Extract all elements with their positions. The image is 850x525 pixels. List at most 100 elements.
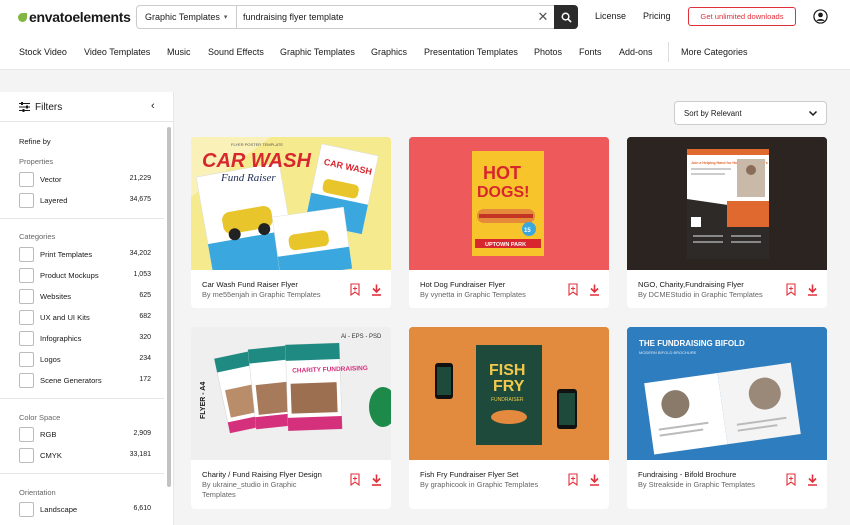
card-thumbnail[interactable]: THE FUNDRAISING BIFOLD MODERN BIFOLD BRO… <box>627 327 827 460</box>
option-label: Infographics <box>40 334 82 343</box>
category-add-ons[interactable]: Add-ons <box>619 47 653 57</box>
filter-option[interactable]: Websites 625 <box>19 289 151 304</box>
thumb-small-text: FLYER POSTER TEMPLATE <box>231 142 283 147</box>
checkbox[interactable] <box>19 193 34 208</box>
category-graphic-templates[interactable]: Graphic Templates <box>280 47 355 57</box>
download-icon[interactable] <box>589 474 600 486</box>
checkbox[interactable] <box>19 289 34 304</box>
envato-logo[interactable]: envatoelements <box>18 9 131 25</box>
checkbox[interactable] <box>19 352 34 367</box>
sort-dropdown[interactable]: Sort by Relevant <box>674 101 827 125</box>
bookmark-add-icon[interactable] <box>350 473 360 486</box>
product-card[interactable]: Join a Helping Hand for Homeless Childre… <box>627 137 827 308</box>
option-count: 320 <box>139 334 151 341</box>
checkbox[interactable] <box>19 427 34 442</box>
category-music[interactable]: Music <box>167 47 191 57</box>
filter-option[interactable]: Logos 234 <box>19 352 151 367</box>
checkbox[interactable] <box>19 268 34 283</box>
option-count: 682 <box>139 313 151 320</box>
checkbox[interactable] <box>19 310 34 325</box>
bookmark-add-icon[interactable] <box>786 473 796 486</box>
user-account-icon[interactable] <box>813 9 828 24</box>
fish-fry-flyer-preview: FISH FRY FUNDRAISER <box>409 327 609 460</box>
category-video-templates[interactable]: Video Templates <box>84 47 150 57</box>
search-category-label: Graphic Templates <box>145 12 220 22</box>
option-label: RGB <box>40 430 57 439</box>
category-graphics[interactable]: Graphics <box>371 47 407 57</box>
filter-option[interactable]: Product Mockups 1,053 <box>19 268 151 283</box>
download-icon[interactable] <box>371 474 382 486</box>
checkbox[interactable] <box>19 172 34 187</box>
card-thumbnail[interactable]: HOT DOGS! 15 UPTOWN PARK <box>409 137 609 270</box>
card-author[interactable]: By graphicook in Graphic Templates <box>420 480 560 490</box>
search-category-select[interactable]: Graphic Templates ▾ <box>137 6 237 28</box>
thumb-headline: THE FUNDRAISING BIFOLD <box>639 339 745 348</box>
category-photos[interactable]: Photos <box>534 47 562 57</box>
product-card[interactable]: THE FUNDRAISING BIFOLD MODERN BIFOLD BRO… <box>627 327 827 509</box>
card-author[interactable]: By me55enjah in Graphic Templates <box>202 290 342 300</box>
card-author[interactable]: By vynetta in Graphic Templates <box>420 290 560 300</box>
filter-option[interactable]: RGB 2,909 <box>19 427 151 442</box>
card-title[interactable]: Fish Fry Fundraiser Flyer Set <box>420 470 560 479</box>
category-fonts[interactable]: Fonts <box>579 47 602 57</box>
search-button[interactable] <box>554 5 578 29</box>
download-icon[interactable] <box>371 284 382 296</box>
sidebar-scrollbar[interactable] <box>167 127 171 487</box>
card-title[interactable]: NGO, Charity,Fundraising Flyer <box>638 280 778 289</box>
product-card[interactable]: FISH FRY FUNDRAISER Fish Fry Fundraiser … <box>409 327 609 509</box>
card-author[interactable]: By Streakside in Graphic Templates <box>638 480 783 490</box>
checkbox[interactable] <box>19 448 34 463</box>
filter-option[interactable]: Layered 34,675 <box>19 193 151 208</box>
category-more[interactable]: More Categories <box>681 47 748 57</box>
category-sound-effects[interactable]: Sound Effects <box>208 47 264 57</box>
card-title[interactable]: Hot Dog Fundraiser Flyer <box>420 280 560 289</box>
filter-option[interactable]: Scene Generators 172 <box>19 373 151 388</box>
logo-text: envatoelements <box>29 9 131 25</box>
product-card[interactable]: HOT DOGS! 15 UPTOWN PARK Hot Dog Fundrai… <box>409 137 609 308</box>
card-thumbnail[interactable]: Join a Helping Hand for Homeless Childre… <box>627 137 827 270</box>
category-stock-video[interactable]: Stock Video <box>19 47 67 57</box>
card-title[interactable]: Fundraising - Bifold Brochure <box>638 470 778 479</box>
search-input[interactable]: fundraising flyer template <box>237 12 532 22</box>
group-color-space-label: Color Space <box>19 413 61 422</box>
clear-icon[interactable]: ✕ <box>532 9 554 25</box>
get-unlimited-downloads-button[interactable]: Get unlimited downloads <box>688 7 796 26</box>
product-card[interactable]: CAR WASH Fund Raiser FLYER POSTER TEMPLA… <box>191 137 391 308</box>
bookmark-add-icon[interactable] <box>350 283 360 296</box>
hot-dog-flyer-preview: HOT DOGS! 15 UPTOWN PARK <box>409 137 609 270</box>
checkbox[interactable] <box>19 247 34 262</box>
download-icon[interactable] <box>589 284 600 296</box>
nav-license[interactable]: License <box>595 11 626 21</box>
card-thumbnail[interactable]: Ai - EPS - PSD FLYER - A4 CHARITY FUNDRA… <box>191 327 391 460</box>
category-presentation-templates[interactable]: Presentation Templates <box>424 47 518 57</box>
option-count: 34,202 <box>129 250 151 257</box>
bookmark-add-icon[interactable] <box>786 283 796 296</box>
product-card[interactable]: Ai - EPS - PSD FLYER - A4 CHARITY FUNDRA… <box>191 327 391 509</box>
card-author[interactable]: By DCMEStudio in Graphic Templates <box>638 290 783 300</box>
nav-pricing[interactable]: Pricing <box>643 11 671 21</box>
checkbox[interactable] <box>19 502 34 517</box>
checkbox[interactable] <box>19 373 34 388</box>
card-author[interactable]: By ukraine_studio in Graphic Templates <box>202 480 310 500</box>
collapse-chevron-left-icon[interactable]: ‹ <box>151 100 155 112</box>
filter-option[interactable]: Print Templates 34,202 <box>19 247 151 262</box>
checkbox[interactable] <box>19 331 34 346</box>
filter-option[interactable]: CMYK 33,181 <box>19 448 151 463</box>
thumb-subline: DOGS! <box>477 184 529 201</box>
card-title[interactable]: Car Wash Fund Raiser Flyer <box>202 280 342 289</box>
filter-option[interactable]: Vector 21,229 <box>19 172 151 187</box>
bookmark-add-icon[interactable] <box>568 283 578 296</box>
card-title[interactable]: Charity / Fund Raising Flyer Design <box>202 470 342 479</box>
download-icon[interactable] <box>807 284 818 296</box>
filter-option[interactable]: UX and UI Kits 682 <box>19 310 151 325</box>
card-thumbnail[interactable]: CAR WASH Fund Raiser FLYER POSTER TEMPLA… <box>191 137 391 270</box>
option-count: 2,909 <box>133 430 151 437</box>
bookmark-add-icon[interactable] <box>568 473 578 486</box>
filter-option[interactable]: Infographics 320 <box>19 331 151 346</box>
thumb-headline: CAR WASH <box>202 150 311 172</box>
card-thumbnail[interactable]: FISH FRY FUNDRAISER <box>409 327 609 460</box>
option-count: 625 <box>139 292 151 299</box>
download-icon[interactable] <box>807 474 818 486</box>
filter-option[interactable]: Landscape 6,610 <box>19 502 151 517</box>
option-count: 34,675 <box>129 196 151 203</box>
